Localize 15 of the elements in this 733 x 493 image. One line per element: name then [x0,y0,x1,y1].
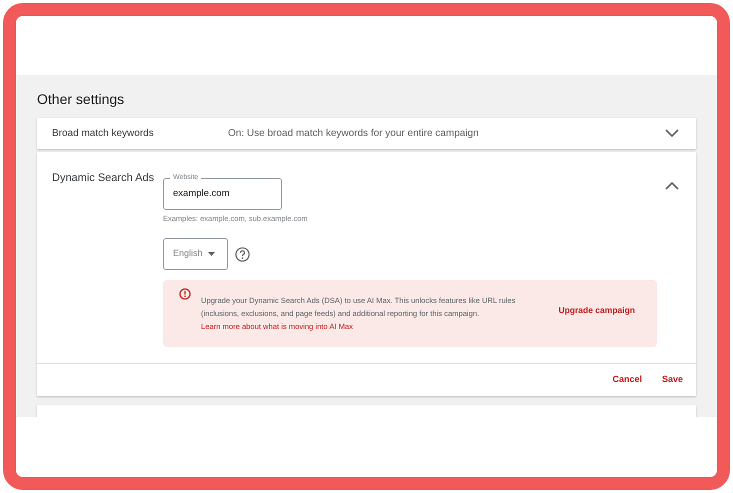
section-title: Broad match keywords [52,126,155,141]
chevron-up-icon[interactable] [665,180,679,190]
section-title: Dynamic Search Ads [52,172,156,186]
help-icon[interactable] [235,246,250,262]
settings-card[interactable]: Broad match keywords On: Use broad match keywords for your entire campaign [37,118,696,149]
dropdown-arrow-icon [208,252,215,256]
field-value: example.com [173,186,230,201]
info-icon [179,288,191,300]
section-heading: Other settings [37,91,126,107]
chevron-down-icon[interactable] [665,128,679,138]
language-dropdown[interactable]: English [163,238,228,270]
upgrade-campaign-button[interactable]: Upgrade campaign [558,304,635,317]
section-summary: On: Use broad match keywords for your entire campaign [228,126,480,141]
cancel-button[interactable]: Cancel [612,373,642,387]
save-button[interactable]: Save [662,373,683,387]
